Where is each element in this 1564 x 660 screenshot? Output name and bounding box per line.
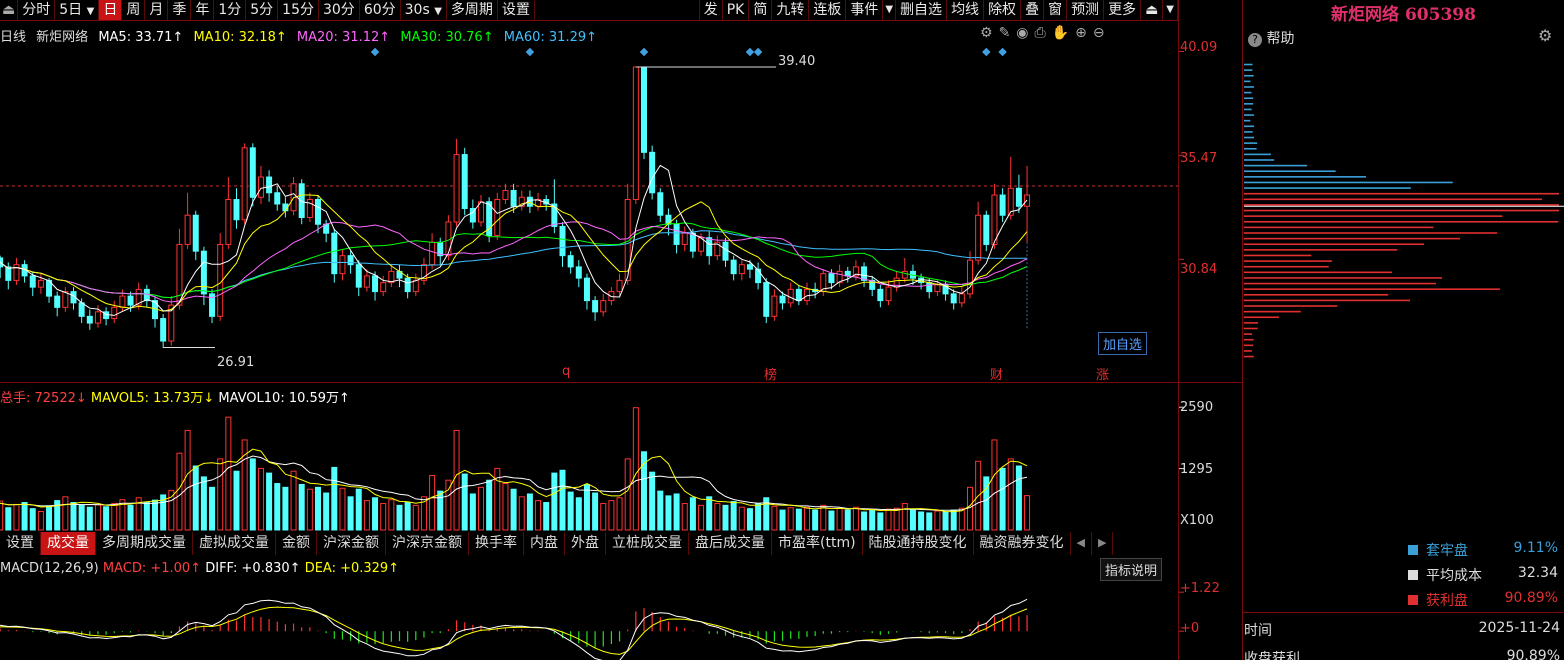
chip-bar-trapped — [1244, 119, 1251, 122]
chip-bar-trapped — [1244, 114, 1254, 116]
legend-swatch — [1408, 570, 1418, 580]
chip-bar-trapped — [1244, 63, 1253, 66]
chip-bar-profit — [1244, 310, 1301, 313]
time-value: 2025-11-24 — [1478, 620, 1560, 636]
chip-bar-trapped — [1244, 170, 1336, 173]
stat-row-trapped: 套牢盘 9.11% — [1408, 540, 1558, 560]
chip-bar-trapped — [1244, 108, 1252, 111]
chip-bar-profit — [1244, 305, 1338, 307]
chip-bar-profit — [1244, 338, 1254, 341]
close-profit-label: 收盘获利 — [1244, 651, 1300, 660]
chip-bar-trapped — [1244, 86, 1254, 88]
chip-bar-trapped — [1244, 74, 1254, 77]
chip-bar-profit — [1244, 254, 1312, 257]
chip-bar-trapped — [1244, 147, 1257, 150]
chip-bar-profit — [1244, 249, 1398, 251]
time-row: 时间 2025-11-24 — [1244, 620, 1560, 640]
stat-value: 32.34 — [1517, 565, 1558, 581]
chip-bar-trapped — [1244, 159, 1275, 161]
chip-bar-profit — [1244, 271, 1393, 274]
chip-bar-profit — [1244, 350, 1252, 352]
chip-bar-trapped — [1244, 142, 1258, 144]
chip-bar-trapped — [1244, 97, 1254, 100]
chip-bar-profit — [1244, 220, 1559, 223]
chip-bar-profit — [1244, 299, 1410, 302]
chip-bar-profit — [1244, 293, 1389, 296]
chip-bar-profit — [1244, 209, 1559, 212]
chip-bar-profit — [1244, 327, 1258, 330]
chip-bar-profit — [1244, 232, 1498, 234]
chip-bar-profit — [1244, 333, 1253, 335]
stat-label: 平均成本 — [1426, 568, 1482, 584]
chip-distribution — [1244, 63, 1564, 358]
chip-bar-profit — [1244, 204, 1559, 206]
chip-bar-trapped — [1244, 164, 1308, 167]
chip-bar-profit — [1244, 316, 1279, 319]
chip-bar-profit — [1244, 282, 1437, 285]
chip-bar-profit — [1244, 322, 1258, 324]
chip-bar-profit — [1244, 215, 1503, 217]
legend-swatch — [1408, 595, 1418, 605]
chip-bar-trapped — [1244, 131, 1253, 133]
stat-label: 获利盘 — [1426, 593, 1468, 609]
stat-row-profit: 获利盘 90.89% — [1408, 590, 1558, 610]
chip-bar-trapped — [1244, 153, 1271, 156]
chip-bar-profit — [1244, 355, 1254, 358]
stock-terminal-window: ⏏ 分时 5日 ▼ 日 周 月 季 年 1分 5分 15分 30分 60分 30… — [0, 0, 1564, 660]
chip-bar-trapped — [1244, 125, 1255, 128]
chip-bar-profit — [1244, 288, 1500, 290]
legend-swatch — [1408, 545, 1418, 555]
stat-value: 90.89% — [1504, 590, 1558, 606]
time-label: 时间 — [1244, 623, 1272, 639]
chip-bar-profit — [1244, 243, 1424, 246]
chip-bar-trapped — [1244, 91, 1252, 94]
stat-value: 9.11% — [1513, 540, 1558, 556]
chip-bar-profit — [1244, 237, 1461, 240]
chip-bar-profit — [1244, 265, 1329, 268]
close-profit-value: 90.89% — [1506, 648, 1560, 660]
chip-bar-profit — [1244, 260, 1333, 262]
chip-bar-profit — [1244, 277, 1443, 279]
chip-bar-profit — [1244, 344, 1253, 347]
close-profit-row: 收盘获利 90.89% — [1244, 648, 1560, 660]
chip-bar-trapped — [1244, 187, 1411, 189]
chip-bar-trapped — [1244, 181, 1453, 184]
divider — [1243, 612, 1564, 613]
chip-bar-trapped — [1244, 176, 1366, 178]
chip-bar-trapped — [1244, 136, 1255, 139]
chip-bar-profit — [1244, 192, 1559, 195]
stat-label: 套牢盘 — [1426, 543, 1468, 559]
chip-bar-profit — [1244, 226, 1434, 229]
chip-bar-profit — [1244, 198, 1543, 201]
stat-row-avg-cost: 平均成本 32.34 — [1408, 565, 1558, 585]
chip-bar-trapped — [1244, 69, 1253, 71]
chip-bar-trapped — [1244, 80, 1251, 83]
chip-bar-trapped — [1244, 103, 1254, 105]
